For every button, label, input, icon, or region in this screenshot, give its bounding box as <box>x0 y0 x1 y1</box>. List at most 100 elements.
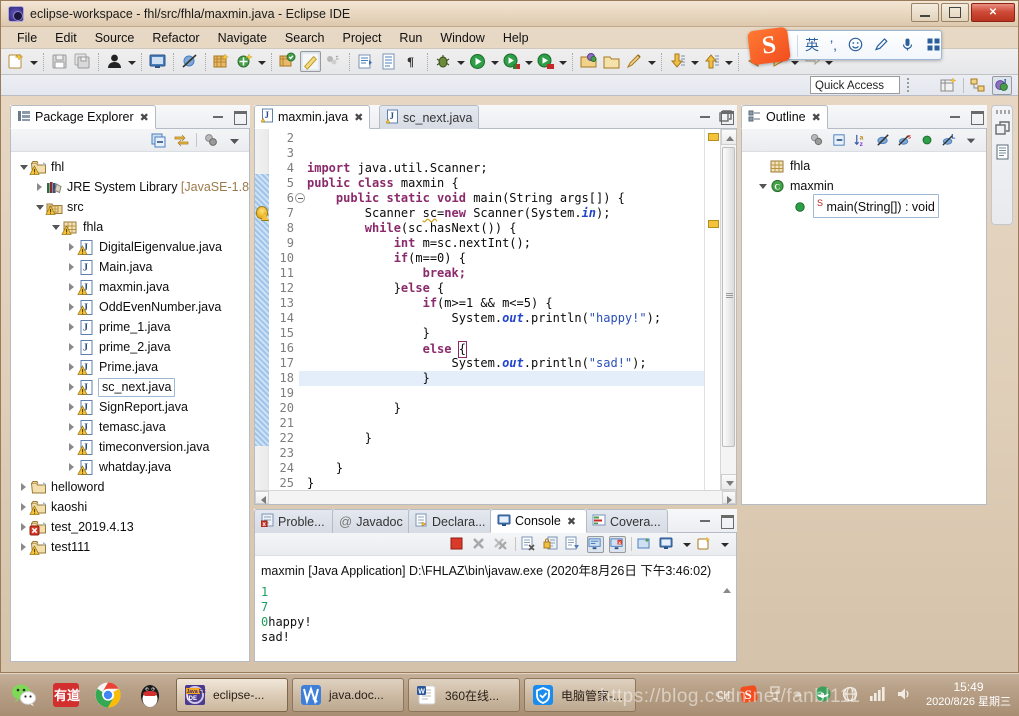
open-type-icon[interactable] <box>277 51 298 72</box>
perspective-java-icon[interactable]: J <box>992 76 1012 95</box>
editor-overview-ruler[interactable] <box>704 129 720 490</box>
code-line[interactable]: public class maxmin { <box>307 176 704 191</box>
save-icon[interactable] <box>49 51 70 72</box>
minimize-button[interactable] <box>911 3 939 22</box>
download-dropdown-icon[interactable] <box>689 52 700 72</box>
new-java-class-icon[interactable] <box>234 51 255 72</box>
minimize-view-icon[interactable] <box>948 109 962 123</box>
show-console-on-error-icon[interactable]: x <box>609 535 626 553</box>
ime-language-toggle[interactable]: 英 <box>805 38 819 52</box>
speaker-icon[interactable] <box>895 685 913 706</box>
quickfix-warning-icon[interactable] <box>256 206 269 221</box>
collapse-arrow-icon[interactable] <box>65 317 78 337</box>
debug-icon[interactable] <box>433 51 454 72</box>
minimize-view-icon[interactable] <box>211 109 225 123</box>
scroll-right-arrow-icon[interactable] <box>722 491 736 504</box>
close-button[interactable]: ✕ <box>971 3 1015 22</box>
toggle-mark-occurrences-icon[interactable] <box>300 51 321 72</box>
hide-static-icon[interactable]: s <box>897 132 914 149</box>
new-console-view-icon[interactable] <box>697 536 714 553</box>
tree-item-temasc-java[interactable]: Jtemasc.java <box>11 417 249 437</box>
open-perspective-icon[interactable] <box>939 76 959 95</box>
tree-item-maxmin[interactable]: Cmaxmin <box>742 176 986 196</box>
hide-fields-icon[interactable] <box>875 132 892 149</box>
tree-item-helloword[interactable]: helloword <box>11 477 249 497</box>
code-line[interactable]: } <box>307 431 704 446</box>
clear-console-icon[interactable] <box>521 536 538 553</box>
code-line[interactable]: while(sc.hasNext()) { <box>307 221 704 236</box>
open-console-icon[interactable] <box>637 536 654 553</box>
tree-item-prime-2-java[interactable]: Jprime_2.java <box>11 337 249 357</box>
scroll-left-arrow-icon[interactable] <box>255 491 269 504</box>
user-icon[interactable] <box>104 51 125 72</box>
restore-outline-icon[interactable] <box>995 120 1011 136</box>
editor-vertical-scrollbar[interactable] <box>720 129 736 490</box>
chrome-icon[interactable] <box>94 681 122 709</box>
tab-package-explorer[interactable]: Package Explorer ✖ <box>10 105 156 129</box>
network-icon[interactable] <box>841 685 859 706</box>
tab-problems[interactable]: x Proble... <box>254 509 334 533</box>
console-dropdown-icon[interactable] <box>681 534 692 554</box>
collapse-arrow-icon[interactable] <box>17 477 30 497</box>
scroll-lock-icon[interactable] <box>543 536 560 553</box>
display-selected-console-icon[interactable] <box>587 535 604 553</box>
tree-item-fhla[interactable]: fhla <box>742 156 986 176</box>
tab-javadoc[interactable]: @ Javadoc <box>332 509 410 533</box>
next-annotation-icon[interactable] <box>355 51 376 72</box>
code-line[interactable]: } <box>307 476 704 490</box>
sogou-logo-icon[interactable]: S <box>747 26 791 66</box>
code-line[interactable] <box>307 131 704 146</box>
coverage-dropdown-icon[interactable] <box>523 52 534 72</box>
tree-item-whatday-java[interactable]: Jwhatday.java <box>11 457 249 477</box>
quick-access-input[interactable]: Quick Access <box>810 76 900 94</box>
tray-expand-icon[interactable] <box>768 684 782 707</box>
show-whitespace-icon[interactable]: ¶ <box>401 51 422 72</box>
ime-voice-icon[interactable] <box>900 37 915 54</box>
code-line[interactable]: } <box>307 461 704 476</box>
close-icon[interactable]: ✖ <box>812 111 821 124</box>
link-with-editor-icon[interactable] <box>173 132 190 149</box>
editor-annotation-ruler[interactable] <box>255 129 269 490</box>
overview-warning-marker[interactable] <box>708 133 719 141</box>
tree-item-oddevennumber-java[interactable]: J OddEvenNumber.java <box>11 297 249 317</box>
ime-punctuation-toggle[interactable]: ’, <box>830 38 837 52</box>
code-line[interactable]: if(m==0) { <box>307 251 704 266</box>
code-line[interactable]: System.out.println("happy!"); <box>307 311 704 326</box>
minimize-view-icon[interactable] <box>698 513 712 527</box>
menu-search[interactable]: Search <box>276 29 334 47</box>
close-icon[interactable]: ✖ <box>354 111 363 124</box>
debug-dropdown-icon[interactable] <box>455 52 466 72</box>
editor-horizontal-scrollbar[interactable] <box>255 490 736 504</box>
tree-item-fhla[interactable]: fhla <box>11 217 249 237</box>
editor-code-text[interactable]: import java.util.Scanner; public class ma… <box>299 129 704 490</box>
new-wizard-icon[interactable] <box>6 51 27 72</box>
tree-item-maxmin-java[interactable]: Jmaxmin.java <box>11 277 249 297</box>
new-wizard-dropdown-icon[interactable] <box>28 52 39 72</box>
run-coverage-icon[interactable] <box>501 51 522 72</box>
package-explorer-tree[interactable]: fhl JRE System Library [JavaSE-1.8] src fhl… <box>11 152 249 661</box>
tab-declaration[interactable]: Declara... <box>408 509 492 533</box>
taskbar-item-javadoc[interactable]: java.doc... <box>292 678 404 712</box>
expand-arrow-icon[interactable] <box>756 176 769 196</box>
overview-warning-marker[interactable] <box>708 220 719 228</box>
upload-dropdown-icon[interactable] <box>723 52 734 72</box>
collapse-arrow-icon[interactable] <box>65 337 78 357</box>
ime-emoji-icon[interactable] <box>848 37 863 54</box>
run-icon[interactable] <box>467 51 488 72</box>
menu-navigate[interactable]: Navigate <box>209 29 276 47</box>
taskbar-item-pcmanager[interactable]: 电脑管家-... <box>524 678 636 712</box>
tree-item-test-2019-4-13[interactable]: test_2019.4.13 <box>11 517 249 537</box>
code-line[interactable]: } <box>307 326 704 341</box>
code-line[interactable]: break; <box>307 266 704 281</box>
menu-help[interactable]: Help <box>494 29 538 47</box>
new-java-project-icon[interactable] <box>211 51 232 72</box>
open-resource-icon[interactable] <box>578 51 599 72</box>
show-hidden-icons-icon[interactable] <box>791 687 805 704</box>
code-line[interactable] <box>307 416 704 431</box>
code-line[interactable]: System.out.println("sad!"); <box>307 356 704 371</box>
tab-sc-next-java[interactable]: J sc_next.java <box>379 105 480 129</box>
maximize-view-icon[interactable] <box>719 513 734 529</box>
run-last-dropdown-icon[interactable] <box>557 52 568 72</box>
taskbar-item-eclipse[interactable]: Java EE IDE eclipse-... <box>176 678 288 712</box>
collapse-all-icon[interactable] <box>831 132 848 149</box>
